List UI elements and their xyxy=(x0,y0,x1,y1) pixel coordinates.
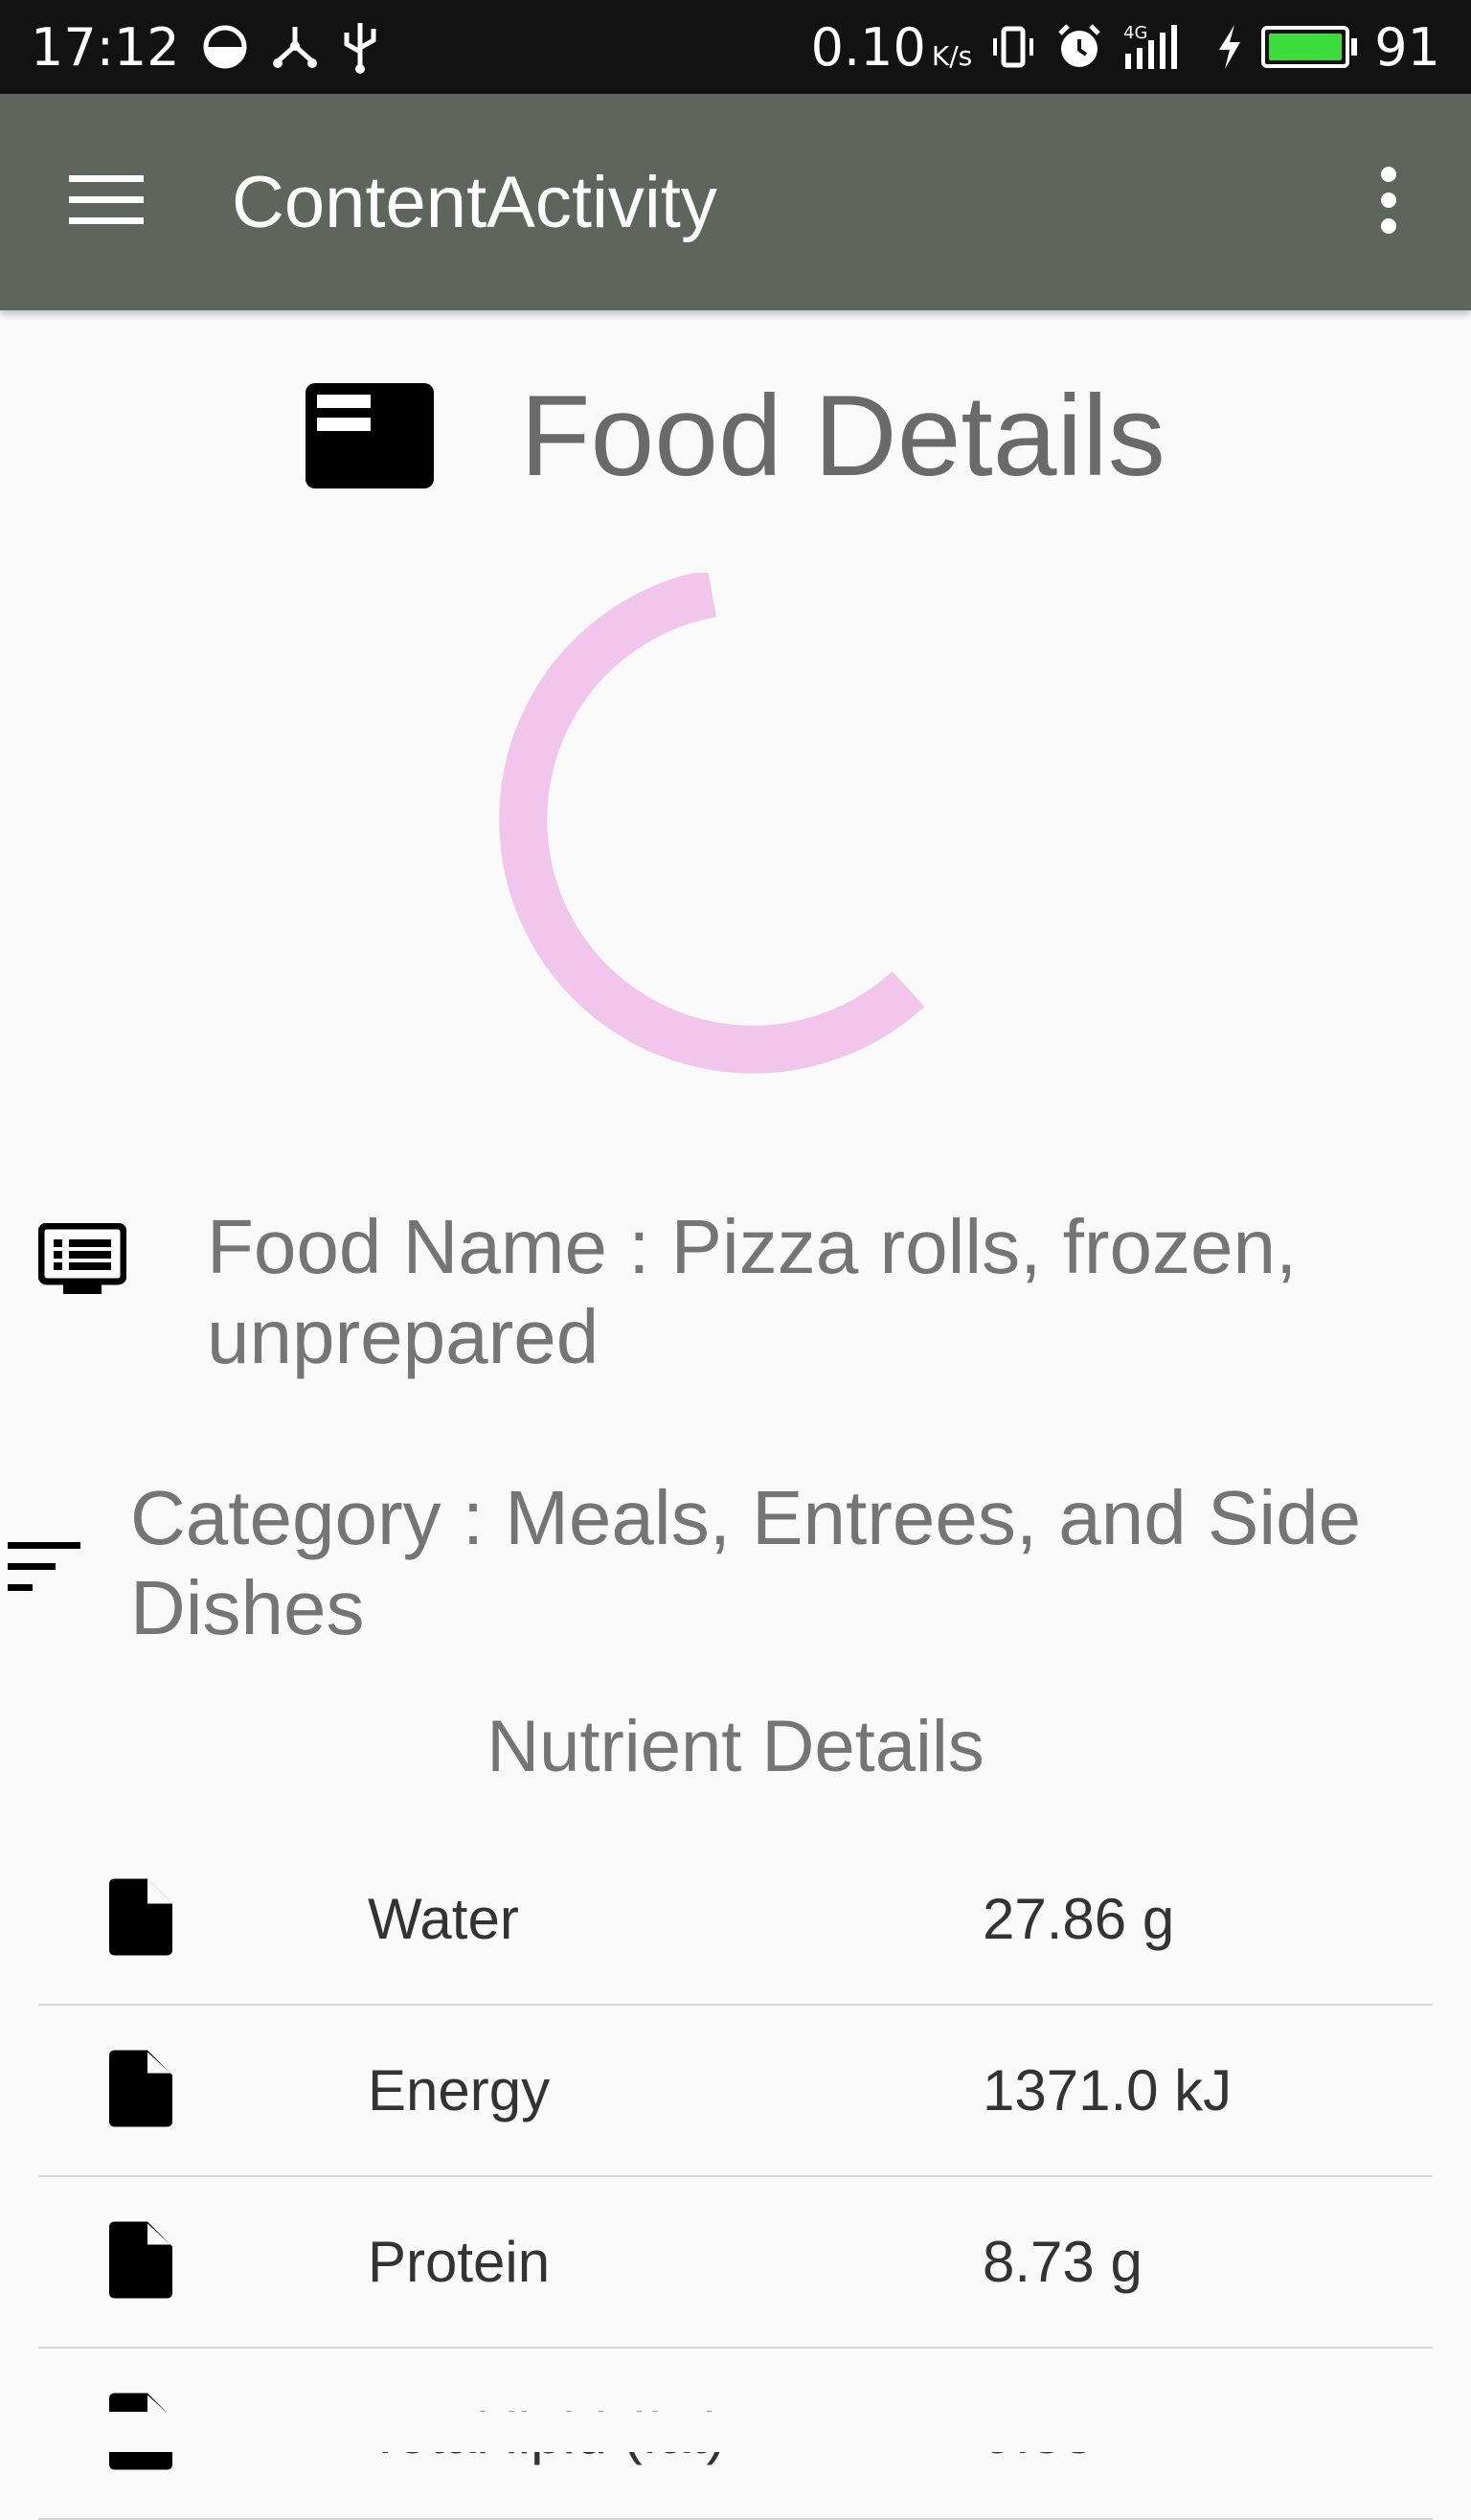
food-details-header: Food Details xyxy=(0,354,1471,517)
nutrient-details-title: Nutrient Details xyxy=(487,1706,984,1787)
more-vert-icon xyxy=(1378,166,1399,238)
nutrient-value: 8.73 g xyxy=(983,2230,1143,2294)
signal-icon: 4G xyxy=(1121,21,1198,73)
status-bar: 17:12 0.10 K/s 4G 91 xyxy=(0,0,1471,94)
document-icon xyxy=(109,2050,172,2131)
hamburger-menu-icon xyxy=(69,173,144,232)
usb-icon xyxy=(341,19,379,75)
nutrient-name: Protein xyxy=(368,2230,551,2294)
app-bar: ContentActivity xyxy=(0,94,1471,310)
document-icon xyxy=(109,1878,172,1960)
battery-percent: 91 xyxy=(1374,16,1440,78)
network-speed-value: 0.10 xyxy=(810,16,926,78)
alarm-icon xyxy=(1054,22,1104,72)
vibrate-icon xyxy=(989,23,1037,71)
progress-spinner xyxy=(479,569,996,1090)
page-title: Food Details xyxy=(520,372,1165,500)
nutrient-name: Energy xyxy=(368,2058,551,2123)
overflow-menu-button[interactable] xyxy=(1343,130,1435,274)
tv-list-icon xyxy=(37,1222,127,1301)
menu-button[interactable] xyxy=(34,130,178,274)
food-category: Category : Meals, Entrees, and Side Dish… xyxy=(130,1475,1362,1650)
network-type-label: 4G xyxy=(1123,23,1147,43)
network-speed: 0.10 K/s xyxy=(811,17,973,78)
list-clip xyxy=(0,2412,1471,2452)
status-bar-right: 0.10 K/s 4G 91 xyxy=(811,17,1440,78)
battery-icon xyxy=(1261,26,1358,68)
document-icon xyxy=(109,2221,172,2303)
nutrient-row-water[interactable]: Water 27.86 g xyxy=(38,1834,1433,2006)
food-name: Food Name : Pizza rolls, frozen, unprepa… xyxy=(207,1204,1298,1379)
nutrient-name: Water xyxy=(368,1887,519,1951)
nutrient-value: 27.86 g xyxy=(983,1887,1175,1951)
usb-debug-icon xyxy=(270,23,320,71)
nutrient-value: 1371.0 kJ xyxy=(983,2058,1233,2123)
nutrient-row-energy[interactable]: Energy 1371.0 kJ xyxy=(38,2006,1433,2177)
data-saver-icon xyxy=(201,23,249,71)
category-row: Category : Meals, Entrees, and Side Dish… xyxy=(8,1473,1444,1653)
nutrient-row-protein[interactable]: Protein 8.73 g xyxy=(38,2177,1433,2349)
status-time: 17:12 xyxy=(31,16,180,78)
status-bar-left: 17:12 xyxy=(31,17,379,78)
network-speed-unit: K/s xyxy=(931,39,973,72)
app-title: ContentActivity xyxy=(232,161,717,243)
food-name-row: Food Name : Pizza rolls, frozen, unprepa… xyxy=(37,1202,1437,1382)
sort-icon xyxy=(8,1542,80,1597)
featured-video-icon xyxy=(306,383,435,488)
charging-icon xyxy=(1215,23,1244,71)
